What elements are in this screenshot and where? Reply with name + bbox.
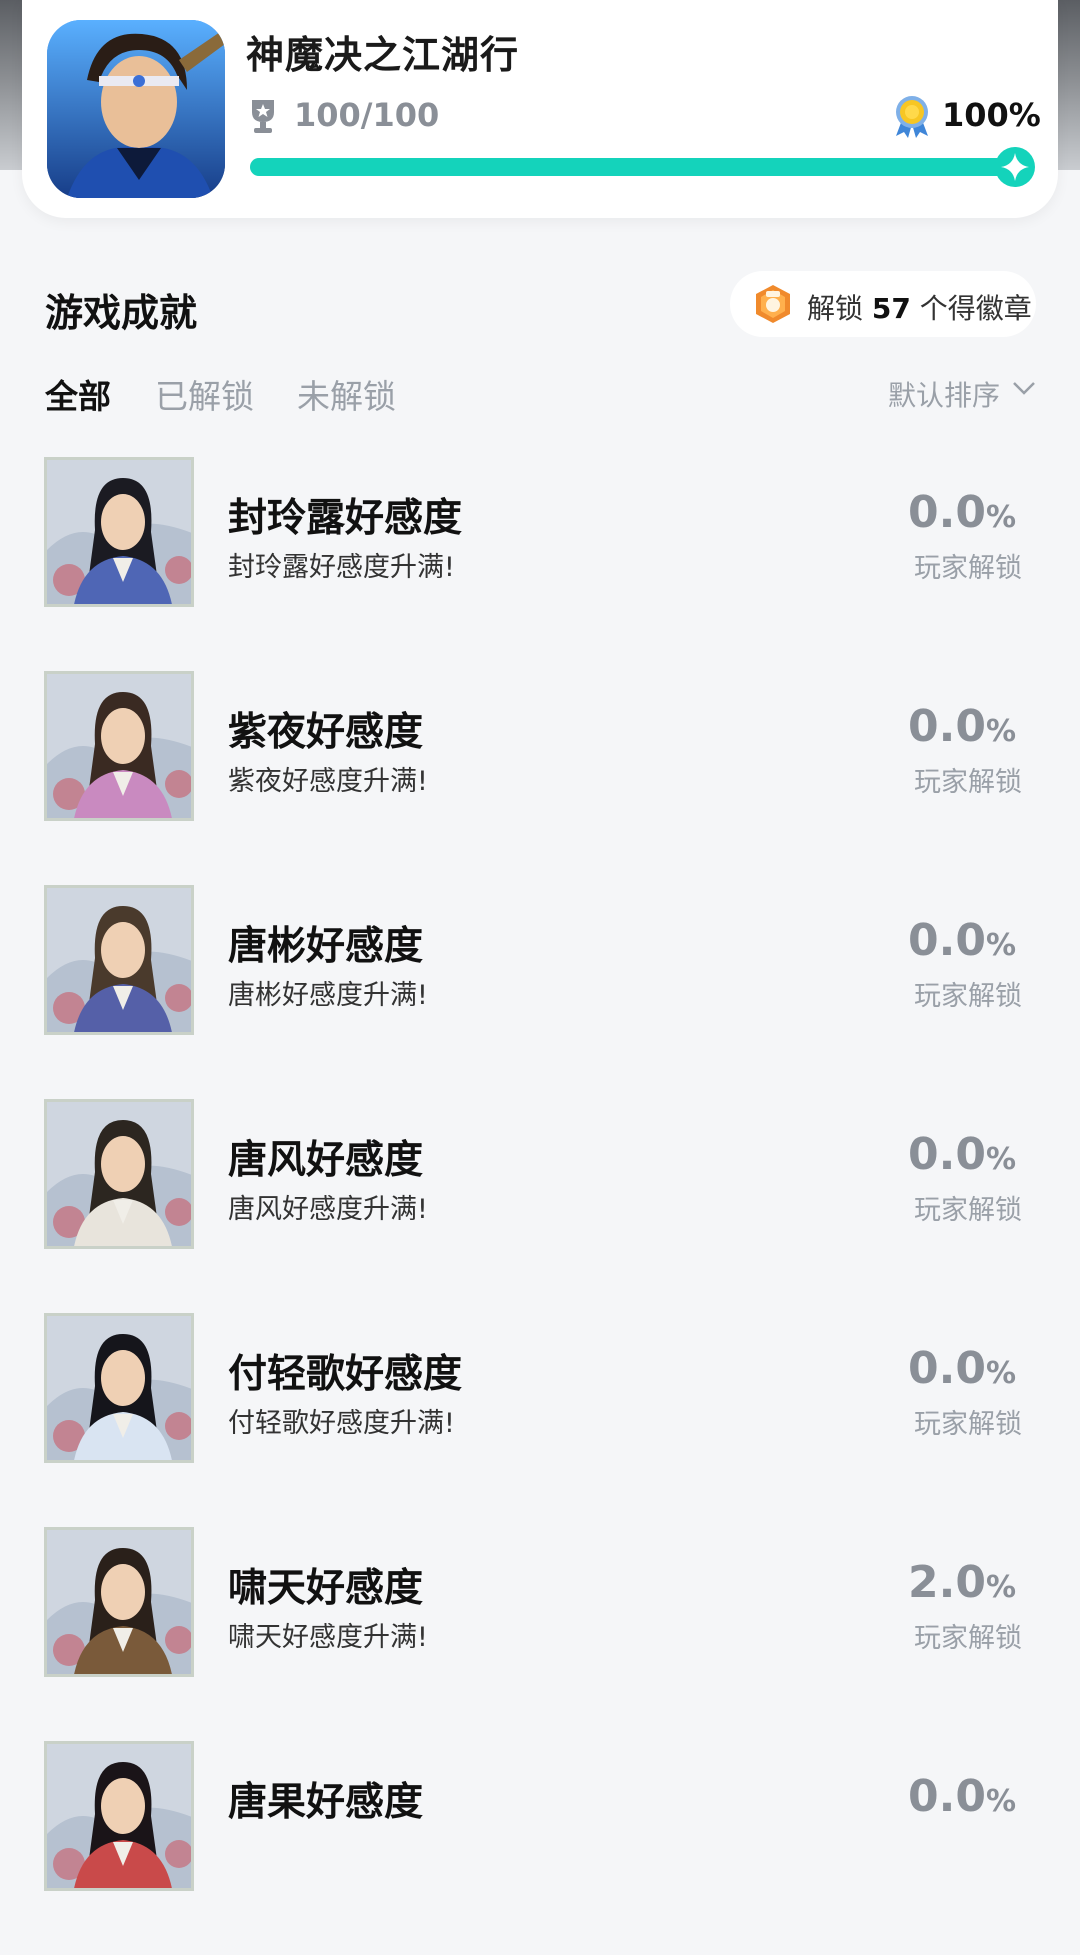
unlock-label: 玩家解锁 [914,1623,1022,1654]
sparkle-icon [995,147,1035,187]
achievement-row[interactable]: 紫夜好感度 紫夜好感度升满! 0.0% 玩家解锁 [0,671,1080,885]
achievement-row[interactable]: 啸天好感度 啸天好感度升满! 2.0% 玩家解锁 [0,1527,1080,1741]
tab-unlocked[interactable]: 已解锁 [155,370,254,418]
character-portrait-icon [44,1099,194,1249]
achievement-score: 100/100 [294,96,440,134]
achievement-description: 唐风好感度升满! [228,1194,428,1225]
unlock-rate: 0.0% [907,1129,1016,1180]
character-portrait-icon [44,885,194,1035]
achievement-row[interactable]: 唐彬好感度 唐彬好感度升满! 0.0% 玩家解锁 [0,885,1080,1099]
game-header-card: 神魔决之江湖行 100/100 100% [22,0,1058,218]
unlock-rate: 0.0% [907,1343,1016,1394]
character-portrait-icon [44,457,194,607]
chevron-down-icon[interactable] [1012,380,1036,396]
unlock-label: 玩家解锁 [914,1409,1022,1440]
character-portrait-icon [44,1313,194,1463]
medal-icon [896,96,928,138]
achievement-row[interactable]: 封玲露好感度 封玲露好感度升满! 0.0% 玩家解锁 [0,457,1080,671]
unlock-label: 玩家解锁 [914,1195,1022,1226]
unlock-rate: 2.0% [907,1557,1016,1608]
achievement-description: 啸天好感度升满! [228,1622,428,1653]
unlock-rate: 0.0% [907,487,1016,538]
badge-unlock-pill[interactable]: 解锁 57 个得徽章 [730,271,1036,337]
achievement-row[interactable]: 唐风好感度 唐风好感度升满! 0.0% 玩家解锁 [0,1099,1080,1313]
achievement-title: 啸天好感度 [228,1566,424,1611]
badge-unlock-text: 解锁 57 个得徽章 [807,292,1032,325]
achievement-description: 紫夜好感度升满! [228,766,428,797]
game-character-icon[interactable] [47,20,225,198]
unlock-label: 玩家解锁 [914,553,1022,584]
sort-dropdown[interactable]: 默认排序 [888,374,1000,414]
trophy-icon [252,100,274,133]
character-portrait-icon [44,671,194,821]
achievement-title: 唐果好感度 [228,1780,424,1825]
unlock-rate: 0.0% [907,915,1016,966]
tab-locked[interactable]: 未解锁 [297,370,396,418]
completion-progress-bar [250,147,1035,187]
achievement-title: 付轻歌好感度 [228,1352,463,1397]
achievement-row[interactable]: 唐果好感度 0.0% [0,1741,1080,1955]
unlock-label: 玩家解锁 [914,981,1022,1012]
unlock-label: 玩家解锁 [914,767,1022,798]
achievement-description: 付轻歌好感度升满! [228,1408,455,1439]
achievement-list: 封玲露好感度 封玲露好感度升满! 0.0% 玩家解锁 紫夜好感度 紫夜好感度升满… [0,457,1080,1955]
achievement-description: 封玲露好感度升满! [228,552,455,583]
character-portrait-icon [44,1741,194,1891]
unlock-rate: 0.0% [907,701,1016,752]
achievement-title: 唐风好感度 [228,1138,424,1183]
achievement-title: 紫夜好感度 [228,710,424,755]
character-portrait-icon [44,1527,194,1677]
game-title: 神魔决之江湖行 [246,33,520,77]
achievement-title: 唐彬好感度 [228,924,424,969]
achievement-row[interactable]: 付轻歌好感度 付轻歌好感度升满! 0.0% 玩家解锁 [0,1313,1080,1527]
badge-icon [756,285,790,323]
completion-percent: 100% [942,96,1041,134]
achievement-description: 唐彬好感度升满! [228,980,428,1011]
unlock-rate: 0.0% [907,1771,1016,1822]
section-title: 游戏成就 [45,291,198,335]
tab-all[interactable]: 全部 [45,370,111,418]
completion-progress-fill [250,158,1018,176]
achievement-title: 封玲露好感度 [228,496,463,541]
